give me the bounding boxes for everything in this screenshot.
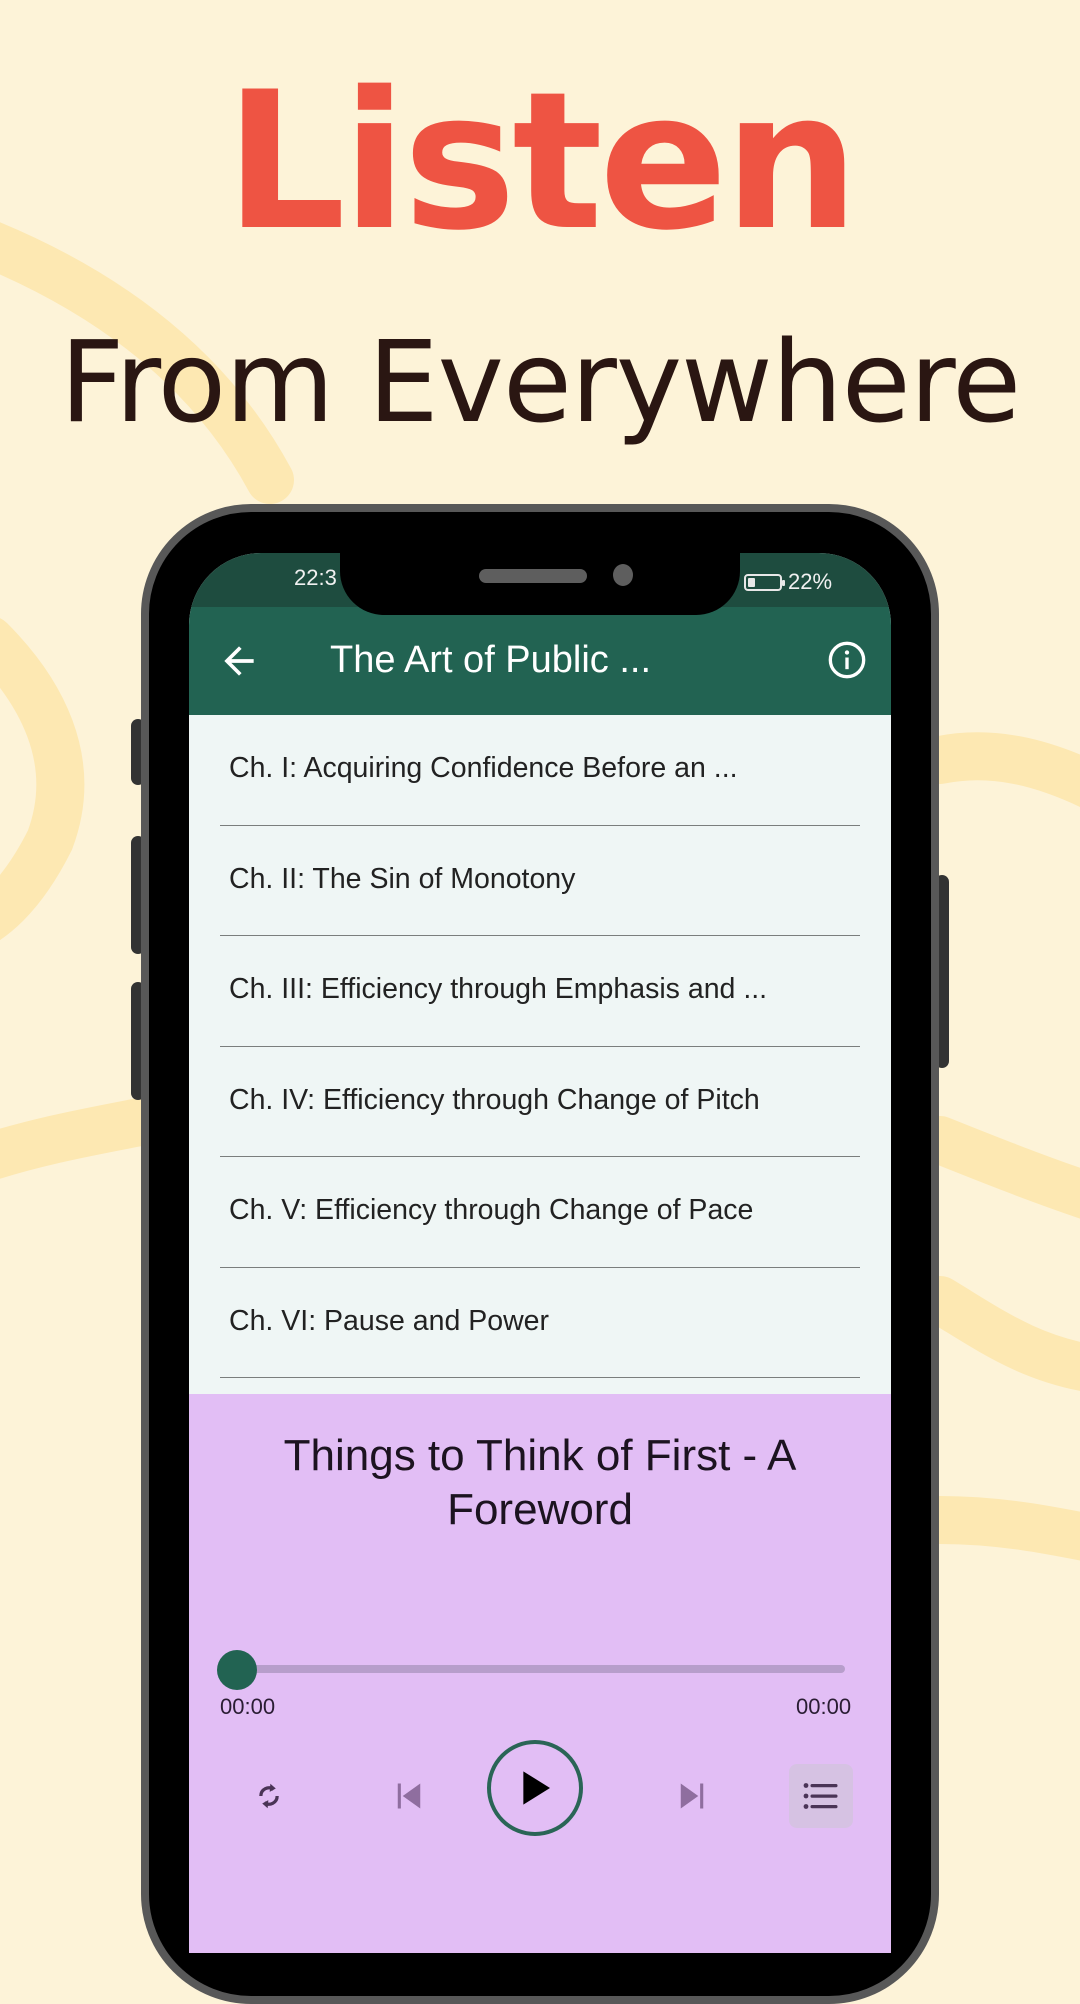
battery-icon bbox=[744, 573, 785, 591]
swirl-right-3 bbox=[916, 1276, 1080, 1391]
chapter-item[interactable]: Ch. VI: Pause and Power bbox=[220, 1268, 860, 1378]
camera-notch bbox=[340, 553, 740, 615]
status-time: 22:3 bbox=[294, 565, 337, 590]
chapter-label: Ch. IV: Efficiency through Change of Pit… bbox=[229, 1083, 760, 1116]
chapter-label: Ch. VI: Pause and Power bbox=[229, 1304, 550, 1337]
skip-next-icon bbox=[680, 1783, 704, 1809]
repeat-button[interactable] bbox=[239, 1766, 299, 1826]
front-camera bbox=[613, 564, 633, 586]
chapter-label: Ch. V: Efficiency through Change of Pace bbox=[229, 1194, 754, 1226]
app-title: The Art of Public ... bbox=[330, 639, 652, 681]
total-duration: 00:00 bbox=[796, 1694, 852, 1719]
playlist-icon bbox=[803, 1783, 838, 1809]
chapter-item[interactable]: Ch. V: Efficiency through Change of Pace bbox=[220, 1157, 860, 1268]
chapter-item[interactable]: Ch. IV: Efficiency through Change of Pit… bbox=[220, 1047, 860, 1157]
battery-percent: 22% bbox=[788, 569, 833, 594]
info-circle-icon bbox=[828, 641, 866, 679]
previous-button[interactable] bbox=[379, 1766, 439, 1826]
info-button[interactable] bbox=[827, 640, 867, 680]
app-bar: The Art of Public ... bbox=[189, 607, 891, 715]
seek-bar[interactable] bbox=[235, 1665, 845, 1673]
battery-indicator: 22% bbox=[744, 569, 832, 595]
back-button[interactable] bbox=[217, 639, 261, 683]
chapter-label: Ch. III: Efficiency through Emphasis and… bbox=[229, 973, 768, 1005]
headline-secondary: From Everywhere bbox=[59, 318, 1021, 448]
chapter-item[interactable]: Ch. I: Acquiring Confidence Before an ..… bbox=[220, 715, 860, 826]
now-playing-title: Things to Think of First - A Foreword bbox=[283, 1431, 797, 1534]
play-button[interactable] bbox=[487, 1740, 583, 1836]
playlist-button[interactable] bbox=[789, 1764, 853, 1828]
next-button[interactable] bbox=[662, 1766, 722, 1826]
player-panel: Things to Think of First - A Foreword 00… bbox=[189, 1394, 891, 1953]
speaker-grille bbox=[479, 569, 587, 583]
skip-previous-icon bbox=[397, 1783, 421, 1809]
swirl-left-low bbox=[0, 1096, 174, 1179]
headline-primary: Listen bbox=[224, 51, 859, 272]
swirl-right-2 bbox=[916, 1116, 1080, 1219]
seek-thumb[interactable] bbox=[217, 1650, 257, 1690]
swirl-left-loop bbox=[0, 618, 85, 940]
phone-screen: 22:3 22% The Art of Public ... Ch. I: Ac… bbox=[189, 553, 891, 1953]
chapter-list: Ch. I: Acquiring Confidence Before an ..… bbox=[189, 715, 891, 1395]
chapter-item[interactable]: Ch. II: The Sin of Monotony bbox=[220, 826, 860, 936]
current-time: 00:00 bbox=[220, 1694, 276, 1719]
swirl-right-4 bbox=[916, 1496, 1080, 1561]
arrow-left-icon bbox=[224, 646, 254, 676]
play-icon bbox=[523, 1771, 550, 1805]
chapter-label: Ch. II: The Sin of Monotony bbox=[229, 862, 576, 895]
chapter-label: Ch. I: Acquiring Confidence Before an ..… bbox=[229, 752, 738, 784]
swirl-right-1 bbox=[916, 732, 1080, 808]
chapter-item[interactable]: Ch. III: Efficiency through Emphasis and… bbox=[220, 936, 860, 1047]
repeat-icon bbox=[259, 1783, 279, 1809]
